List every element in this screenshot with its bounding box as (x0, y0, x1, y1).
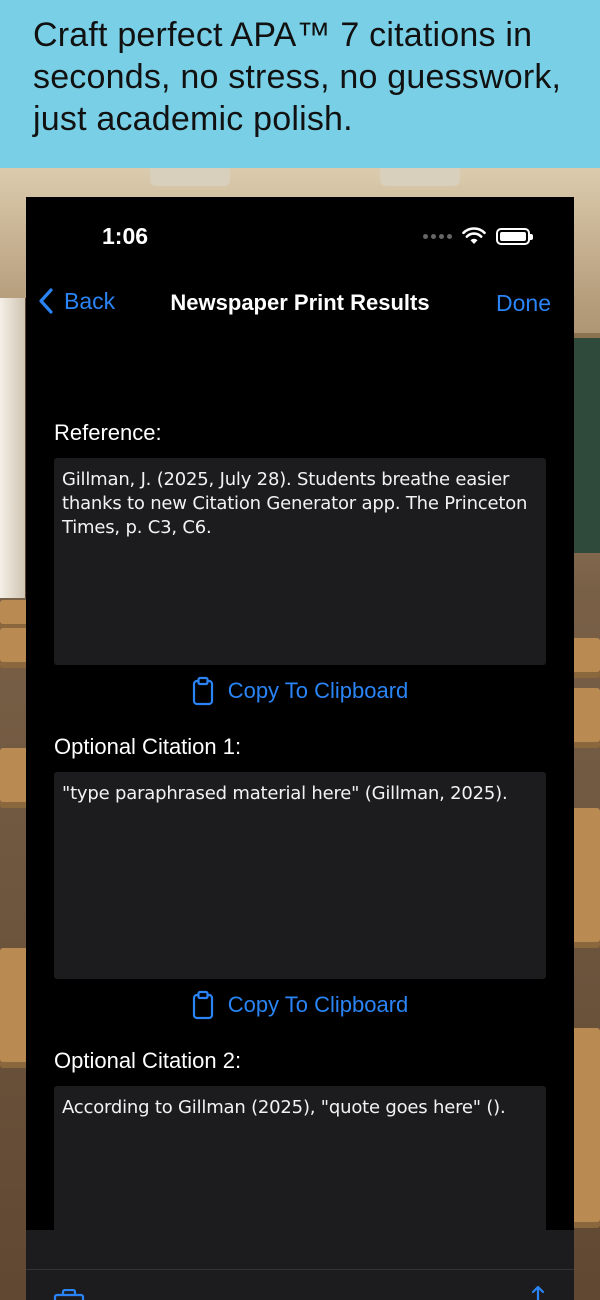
desk (0, 628, 28, 668)
copy-citation-1-button[interactable]: Copy To Clipboard (54, 979, 546, 1030)
desk (570, 808, 600, 948)
navigation-bar: Back Newspaper Print Results Done (26, 277, 574, 329)
battery-level (500, 231, 526, 241)
optional-citation-1-label: Optional Citation 1: (54, 734, 242, 759)
promo-banner: Craft perfect APA™ 7 citations in second… (0, 0, 600, 168)
reference-label: Reference: (54, 420, 162, 445)
optional-citation-2-label: Optional Citation 2: (54, 1048, 242, 1073)
desk (570, 1028, 600, 1228)
copy-label: Copy To Clipboard (227, 677, 409, 703)
desk (0, 600, 28, 630)
desk (0, 748, 28, 808)
ceiling-light (150, 168, 230, 186)
page-title: Newspaper Print Results (170, 290, 430, 315)
clipboard-icon (192, 990, 213, 1019)
cellular-signal-icon (423, 233, 452, 239)
share-icon[interactable] (530, 1285, 546, 1300)
status-bar: 1:06 (26, 197, 574, 277)
copy-reference-button[interactable]: Copy To Clipboard (54, 665, 546, 716)
briefcase-icon[interactable] (53, 1289, 85, 1300)
results-content: Reference: Gillman, J. (2025, July 28). … (54, 420, 546, 1293)
wifi-icon (462, 227, 486, 244)
classroom-window (0, 298, 28, 598)
clipboard-icon (192, 676, 213, 705)
done-button[interactable]: Done (496, 290, 551, 317)
reference-text-field[interactable]: Gillman, J. (2025, July 28). Students br… (54, 458, 546, 665)
optional-citation-1-text-field[interactable]: "type paraphrased material here" (Gillma… (54, 772, 546, 979)
promo-headline: Craft perfect APA™ 7 citations in second… (33, 16, 562, 138)
battery-icon (496, 227, 533, 245)
desk (570, 638, 600, 678)
status-time: 1:06 (102, 223, 149, 249)
ceiling-light (380, 168, 460, 186)
desk (570, 688, 600, 748)
toolbar-divider (26, 1269, 574, 1270)
chalkboard (570, 333, 600, 553)
bottom-toolbar (26, 1230, 574, 1300)
phone-screen: 1:06 Back Newspaper Print Results Done R… (26, 197, 574, 1300)
copy-label: Copy To Clipboard (227, 991, 409, 1017)
status-icons (423, 227, 533, 245)
desk (0, 948, 28, 1068)
